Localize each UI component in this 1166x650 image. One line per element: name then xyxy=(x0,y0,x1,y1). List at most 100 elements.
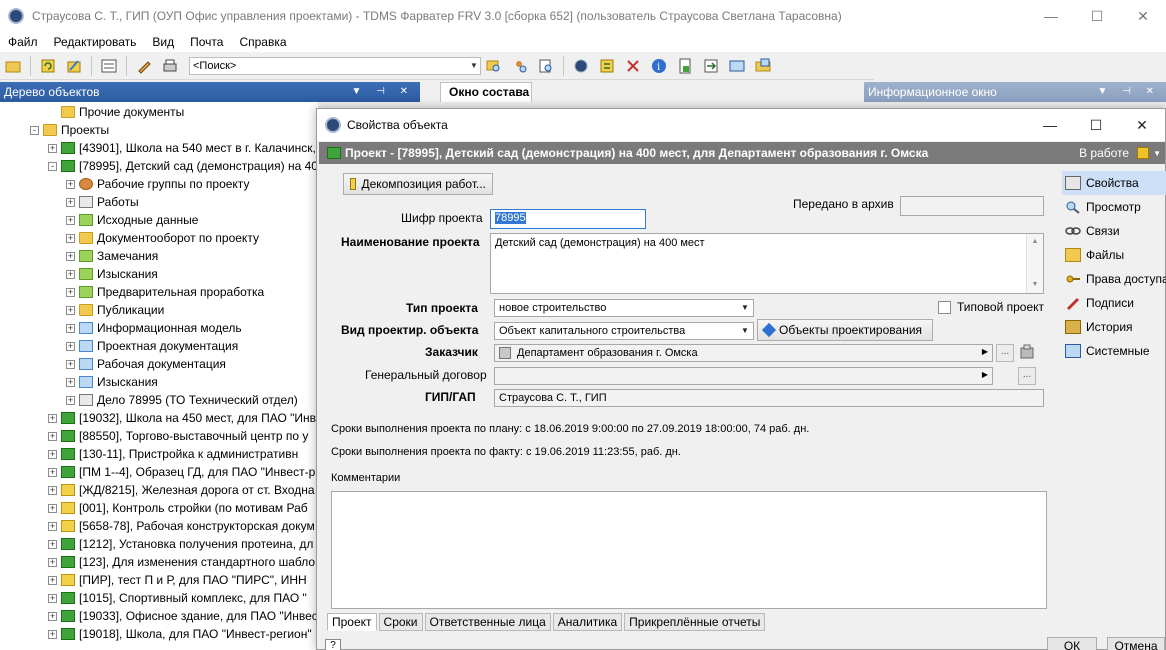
expand-icon[interactable]: + xyxy=(66,341,75,351)
object-status[interactable]: В работе ▼ xyxy=(1079,142,1165,164)
info-icon[interactable]: i xyxy=(648,55,670,77)
expand-icon[interactable]: + xyxy=(48,629,57,639)
tree-item[interactable]: + Рабочая документация xyxy=(66,355,226,373)
expand-icon[interactable]: + xyxy=(66,395,75,405)
message-icon[interactable] xyxy=(726,55,748,77)
tab-attached-reports[interactable]: Прикреплённые отчеты xyxy=(624,613,766,631)
design-objects-button[interactable]: Объекты проектирования xyxy=(757,319,933,341)
ok-button[interactable]: ОК xyxy=(1047,637,1097,650)
tree-item[interactable]: + [001], Контроль стройки (по мотивам Раб xyxy=(48,499,308,517)
expand-icon[interactable]: + xyxy=(48,539,57,549)
export-icon[interactable] xyxy=(752,55,774,77)
collapse-icon[interactable]: - xyxy=(48,161,57,171)
sync-icon[interactable] xyxy=(596,55,618,77)
nav-links[interactable]: Связи xyxy=(1062,219,1166,243)
customer-details-icon[interactable] xyxy=(1018,344,1036,362)
menu-help[interactable]: Справка xyxy=(231,35,294,49)
help-button[interactable]: ? xyxy=(325,639,341,650)
printer-icon[interactable] xyxy=(159,55,181,77)
tree-item[interactable]: + Предварительная проработка xyxy=(66,283,264,301)
menu-edit[interactable]: Редактировать xyxy=(46,35,145,49)
properties-icon[interactable] xyxy=(98,55,120,77)
menu-view[interactable]: Вид xyxy=(144,35,182,49)
tree-item[interactable]: + Проектная документация xyxy=(66,337,238,355)
expand-icon[interactable]: + xyxy=(48,521,57,531)
customer-browse-button[interactable]: ... xyxy=(996,344,1014,362)
expand-icon[interactable]: + xyxy=(66,233,75,243)
expand-icon[interactable]: + xyxy=(48,413,57,423)
transfer-icon[interactable] xyxy=(700,55,722,77)
dialog-minimize-button[interactable]: — xyxy=(1027,109,1073,141)
typical-project-checkbox[interactable] xyxy=(938,301,951,314)
chevron-down-icon[interactable]: ▼ xyxy=(738,301,752,315)
tree-item[interactable]: + [130-11], Пристройка к административн xyxy=(48,445,298,463)
user-search-icon[interactable] xyxy=(509,55,531,77)
vertical-scrollbar[interactable]: ▲ ▼ xyxy=(1026,234,1043,293)
nav-files[interactable]: Файлы xyxy=(1062,243,1166,267)
tree-item[interactable]: + Исходные данные xyxy=(66,211,198,229)
chevron-down-icon[interactable]: ▼ xyxy=(468,58,480,74)
tree-item[interactable]: + Изыскания xyxy=(66,265,158,283)
tree-item[interactable]: + Публикации xyxy=(66,301,164,319)
project-name-input[interactable]: Детский сад (демонстрация) на 400 мест ▲… xyxy=(490,233,1044,294)
object-kind-select[interactable]: Объект капитального строительства ▼ xyxy=(494,322,754,340)
tree-item[interactable]: + Работы xyxy=(66,193,139,211)
comments-input[interactable] xyxy=(331,491,1047,609)
tree-item[interactable]: + Рабочие группы по проекту xyxy=(66,175,249,193)
expand-icon[interactable]: + xyxy=(48,449,57,459)
tree-item[interactable]: - [78995], Детский сад (демонстрация) на … xyxy=(48,157,318,175)
contract-browse-button[interactable]: ... xyxy=(1018,367,1036,385)
tree-item[interactable]: + Дело 78995 (ТО Технический отдел) xyxy=(66,391,298,409)
dialog-maximize-button[interactable]: ☐ xyxy=(1073,109,1119,141)
scroll-up-icon[interactable]: ▲ xyxy=(1027,234,1043,250)
tree-item[interactable]: + [43901], Школа на 540 мест в г. Калачин… xyxy=(48,139,316,157)
expand-icon[interactable]: + xyxy=(66,377,75,387)
expand-icon[interactable]: + xyxy=(48,611,57,621)
expand-icon[interactable]: + xyxy=(48,503,57,513)
maximize-button[interactable]: ☐ xyxy=(1074,0,1120,32)
tree-item[interactable]: + [123], Для изменения стандартного шабло xyxy=(48,553,315,571)
expand-icon[interactable]: + xyxy=(66,215,75,225)
nav-access-rights[interactable]: Права доступа xyxy=(1062,267,1166,291)
cancel-button[interactable]: Отмена xyxy=(1107,637,1165,650)
expand-icon[interactable]: + xyxy=(66,323,75,333)
expand-icon[interactable]: + xyxy=(66,305,75,315)
tree-item[interactable]: + Замечания xyxy=(66,247,158,265)
pencil-icon[interactable] xyxy=(133,55,155,77)
edit-object-icon[interactable] xyxy=(63,55,85,77)
search-icon[interactable] xyxy=(483,55,505,77)
tree-item[interactable]: + [1212], Установка получения протеина, д… xyxy=(48,535,313,553)
nav-signatures[interactable]: Подписи xyxy=(1062,291,1166,315)
nav-history[interactable]: История xyxy=(1062,315,1166,339)
panel-controls[interactable]: ▼ ⊣ ✕ xyxy=(1097,82,1160,102)
tab-project[interactable]: Проект xyxy=(327,613,377,631)
chevron-down-icon[interactable]: ▼ xyxy=(738,324,752,338)
project-code-input[interactable]: 78995 xyxy=(490,209,646,229)
tree-item[interactable]: Прочие документы xyxy=(48,103,184,121)
minimize-button[interactable]: — xyxy=(1028,0,1074,32)
tree-item[interactable]: + [88550], Торгово-выставочный центр по у xyxy=(48,427,308,445)
close-button[interactable]: ✕ xyxy=(1120,0,1166,32)
tab-responsible[interactable]: Ответственные лица xyxy=(424,613,551,631)
tree-item[interactable]: + Информационная модель xyxy=(66,319,242,337)
expand-icon[interactable]: + xyxy=(66,359,75,369)
tree-item[interactable]: + Документооборот по проекту xyxy=(66,229,259,247)
chevron-down-icon[interactable]: ▼ xyxy=(1153,149,1161,158)
expand-icon[interactable]: + xyxy=(48,431,57,441)
expand-icon[interactable]: + xyxy=(48,593,57,603)
search-input[interactable]: <Поиск> ▼ xyxy=(189,56,481,75)
expand-icon[interactable]: + xyxy=(48,557,57,567)
tree-item[interactable]: + [ПМ 1--4], Образец ГД, для ПАО "Инвест-… xyxy=(48,463,315,481)
tools-icon[interactable] xyxy=(622,55,644,77)
menu-mail[interactable]: Почта xyxy=(182,35,231,49)
info-logo-icon[interactable] xyxy=(570,55,592,77)
scroll-down-icon[interactable]: ▼ xyxy=(1027,277,1043,293)
open-folder-icon[interactable] xyxy=(2,55,24,77)
expand-icon[interactable]: + xyxy=(48,143,57,153)
collapse-icon[interactable]: - xyxy=(30,125,39,135)
tab-composition-window[interactable]: Окно состава xyxy=(440,82,532,102)
expand-icon[interactable]: + xyxy=(48,575,57,585)
tree-item[interactable]: + [ЖД/8215], Железная дорога от ст. Входн… xyxy=(48,481,315,499)
document-icon[interactable] xyxy=(674,55,696,77)
nav-properties[interactable]: Свойства xyxy=(1062,171,1166,195)
